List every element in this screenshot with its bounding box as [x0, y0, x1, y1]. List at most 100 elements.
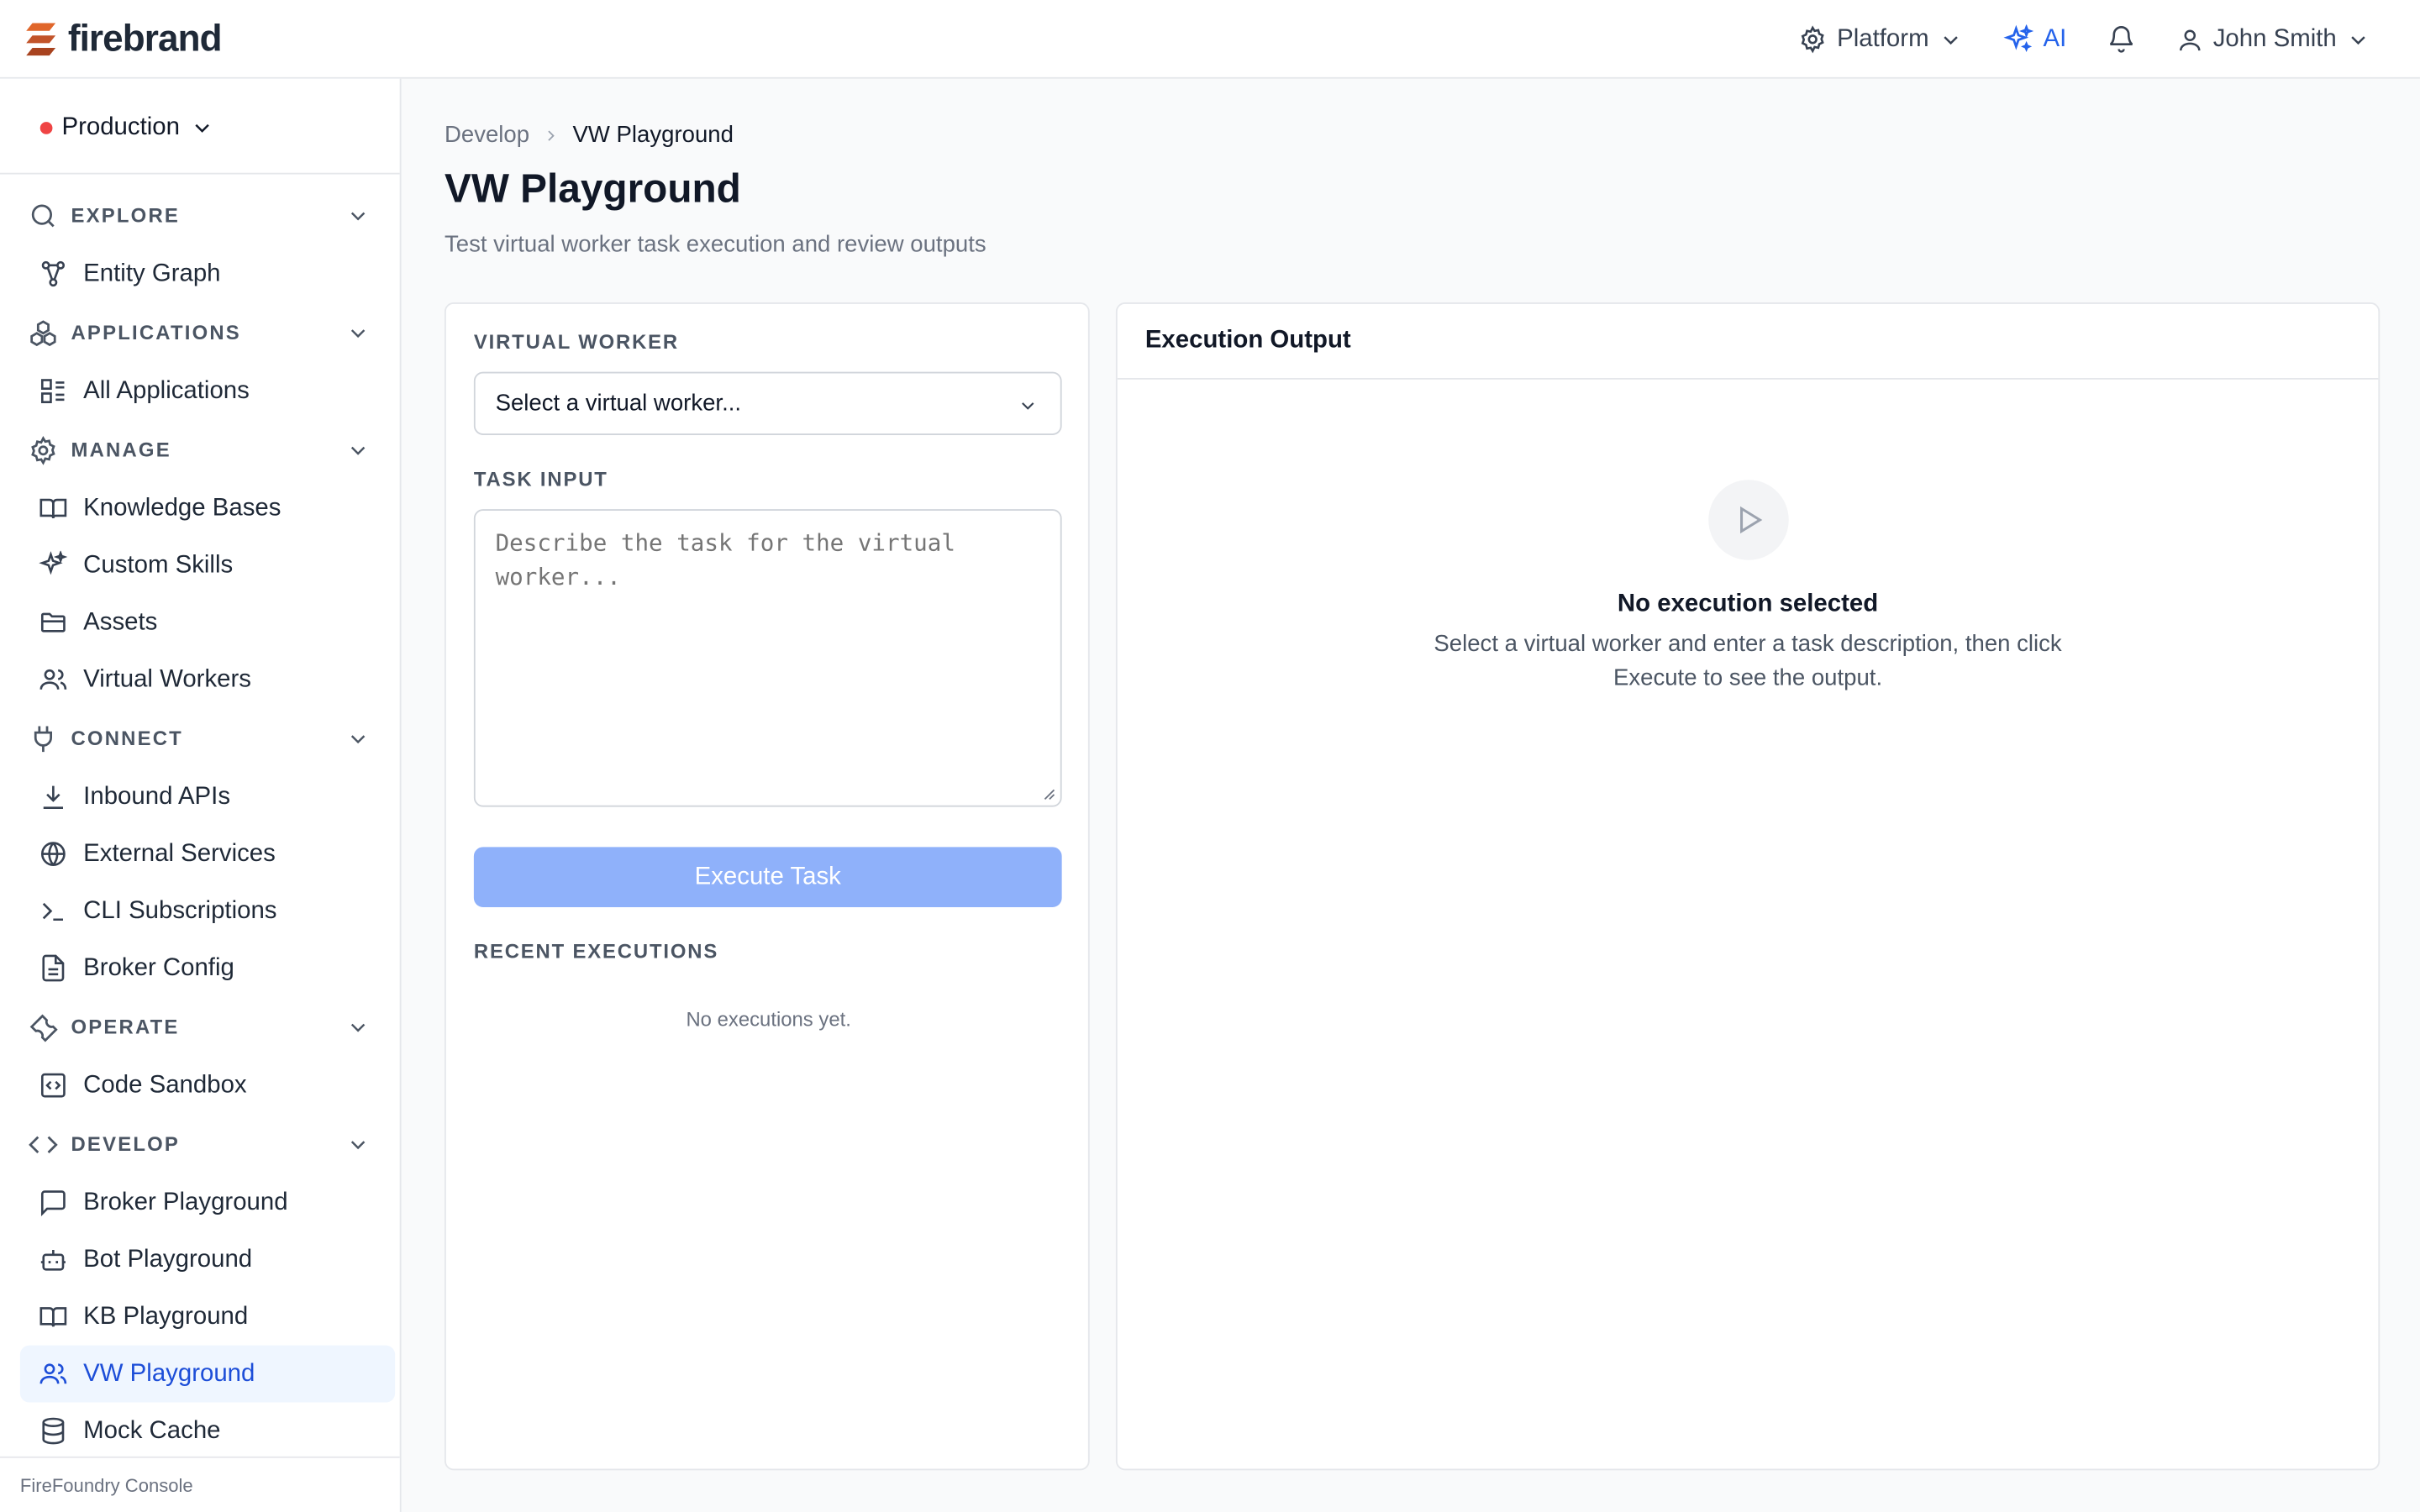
ai-label: AI [2043, 25, 2067, 52]
sidebar-item-knowledge-bases[interactable]: Knowledge Bases [20, 480, 395, 537]
chevron-down-icon [345, 1132, 370, 1157]
virtual-worker-select-value: Select a virtual worker... [495, 390, 742, 417]
chevron-right-icon [542, 126, 560, 144]
sidebar-item-label: Knowledge Bases [83, 494, 281, 521]
section-label: EXPLORE [71, 203, 181, 227]
chevron-down-icon [345, 203, 370, 228]
section-label: DEVELOP [71, 1132, 181, 1156]
file-text-icon [39, 953, 68, 983]
sidebar-item-all-applications[interactable]: All Applications [20, 363, 395, 420]
user-menu[interactable]: John Smith [2176, 25, 2371, 53]
empty-state-title: No execution selected [1617, 591, 1879, 617]
resize-grip-icon[interactable] [1044, 789, 1056, 801]
sidebar-item-virtual-workers[interactable]: Virtual Workers [20, 651, 395, 708]
users-icon [39, 665, 68, 695]
ai-button[interactable]: AI [2003, 24, 2067, 55]
breadcrumb-current: VW Playground [572, 122, 734, 149]
recent-executions-empty: No executions yet. [686, 1007, 851, 1031]
sidebar-item-label: Virtual Workers [83, 665, 251, 692]
user-name: John Smith [2212, 25, 2337, 52]
sidebar-item-label: Code Sandbox [83, 1071, 247, 1098]
sidebar-item-code-sandbox[interactable]: Code Sandbox [20, 1057, 395, 1114]
sidebar-item-label: VW Playground [83, 1360, 255, 1387]
section-develop[interactable]: DEVELOP [0, 1114, 400, 1174]
sidebar-item-broker-config[interactable]: Broker Config [20, 940, 395, 997]
sidebar-item-label: Broker Config [83, 953, 234, 981]
environment-selector[interactable]: Production [39, 109, 214, 146]
download-icon [39, 782, 68, 811]
sidebar-item-entity-graph[interactable]: Entity Graph [20, 245, 395, 302]
list-icon [39, 376, 68, 406]
platform-menu[interactable]: Platform [1798, 24, 1963, 54]
execute-task-button[interactable]: Execute Task [473, 847, 1062, 907]
database-icon [39, 1416, 68, 1446]
sidebar-item-external-services[interactable]: External Services [20, 826, 395, 883]
task-form-card: VIRTUAL WORKER Select a virtual worker..… [444, 302, 1090, 1471]
bell-icon [2107, 24, 2136, 54]
sidebar-item-inbound-apis[interactable]: Inbound APIs [20, 769, 395, 826]
sidebar-item-label: Mock Cache [83, 1417, 221, 1444]
section-label: APPLICATIONS [71, 321, 241, 344]
sidebar-item-label: Broker Playground [83, 1189, 288, 1215]
bot-icon [39, 1245, 68, 1274]
section-label: CONNECT [71, 727, 183, 750]
firebrand-logo-icon [24, 20, 61, 60]
chevron-down-icon [1017, 395, 1039, 417]
wrench-icon [28, 1011, 59, 1042]
play-icon-wrapper [1707, 480, 1788, 560]
execution-output-title: Execution Output [1117, 304, 2379, 380]
recent-executions-label: RECENT EXECUTIONS [473, 939, 719, 963]
code-square-icon [39, 1071, 68, 1100]
globe-icon [39, 839, 68, 869]
sidebar-item-label: All Applications [83, 377, 250, 404]
sidebar-item-label: Custom Skills [83, 551, 234, 578]
section-operate[interactable]: OPERATE [0, 997, 400, 1058]
book-icon [39, 1302, 68, 1331]
sidebar-item-vw-playground[interactable]: VW Playground [19, 1345, 396, 1403]
section-manage[interactable]: MANAGE [0, 420, 400, 480]
section-applications[interactable]: APPLICATIONS [0, 302, 400, 363]
sidebar-item-broker-playground[interactable]: Broker Playground [20, 1174, 395, 1231]
brand-name: firebrand [67, 18, 223, 60]
notifications-button[interactable] [2107, 24, 2136, 54]
chevron-down-icon [345, 321, 370, 345]
app-root: firebrand Platform AI John Smith Product… [0, 0, 2420, 1512]
sidebar-nav: EXPLORE Entity Graph APPLICATIONS All Ap… [0, 173, 400, 1460]
section-connect[interactable]: CONNECT [0, 708, 400, 769]
empty-state-text: Select a virtual worker and enter a task… [1434, 631, 2062, 691]
chevron-down-icon [189, 116, 213, 140]
sidebar-item-custom-skills[interactable]: Custom Skills [20, 537, 395, 594]
sidebar-item-label: Entity Graph [83, 260, 221, 286]
section-label: OPERATE [71, 1015, 180, 1039]
folder-icon [39, 608, 68, 638]
platform-label: Platform [1837, 25, 1929, 52]
sidebar-footer: FireFoundry Console [0, 1456, 400, 1512]
sidebar-item-assets[interactable]: Assets [20, 594, 395, 651]
sidebar-item-kb-playground[interactable]: KB Playground [20, 1289, 395, 1346]
section-explore[interactable]: EXPLORE [0, 185, 400, 245]
play-icon [1731, 503, 1765, 537]
page-title: VW Playground [444, 165, 741, 212]
breadcrumb: Develop VW Playground [445, 122, 734, 148]
sidebar-item-label: Assets [83, 608, 158, 635]
terminal-icon [39, 896, 68, 926]
sidebar: Production EXPLORE Entity Graph APPLICAT… [0, 78, 402, 1512]
sidebar-item-label: Bot Playground [83, 1246, 253, 1273]
top-bar: firebrand Platform AI John Smith [0, 0, 2420, 79]
task-input[interactable] [473, 509, 1062, 807]
breadcrumb-parent[interactable]: Develop [445, 122, 529, 148]
sidebar-item-cli-subscriptions[interactable]: CLI Subscriptions [20, 883, 395, 940]
code-icon [28, 1129, 59, 1160]
sidebar-item-label: KB Playground [83, 1303, 249, 1330]
page-subtitle: Test virtual worker task execution and r… [444, 231, 986, 258]
task-input-label: TASK INPUT [473, 467, 608, 491]
sidebar-item-mock-cache[interactable]: Mock Cache [20, 1403, 395, 1460]
sparkles-icon [39, 550, 68, 580]
sidebar-item-label: CLI Subscriptions [83, 897, 277, 924]
message-square-icon [39, 1188, 68, 1217]
users-icon [39, 1359, 68, 1389]
chevron-down-icon [345, 727, 370, 751]
virtual-worker-select[interactable]: Select a virtual worker... [473, 371, 1062, 435]
sidebar-item-bot-playground[interactable]: Bot Playground [20, 1231, 395, 1289]
brand-logo[interactable]: firebrand [24, 18, 223, 61]
